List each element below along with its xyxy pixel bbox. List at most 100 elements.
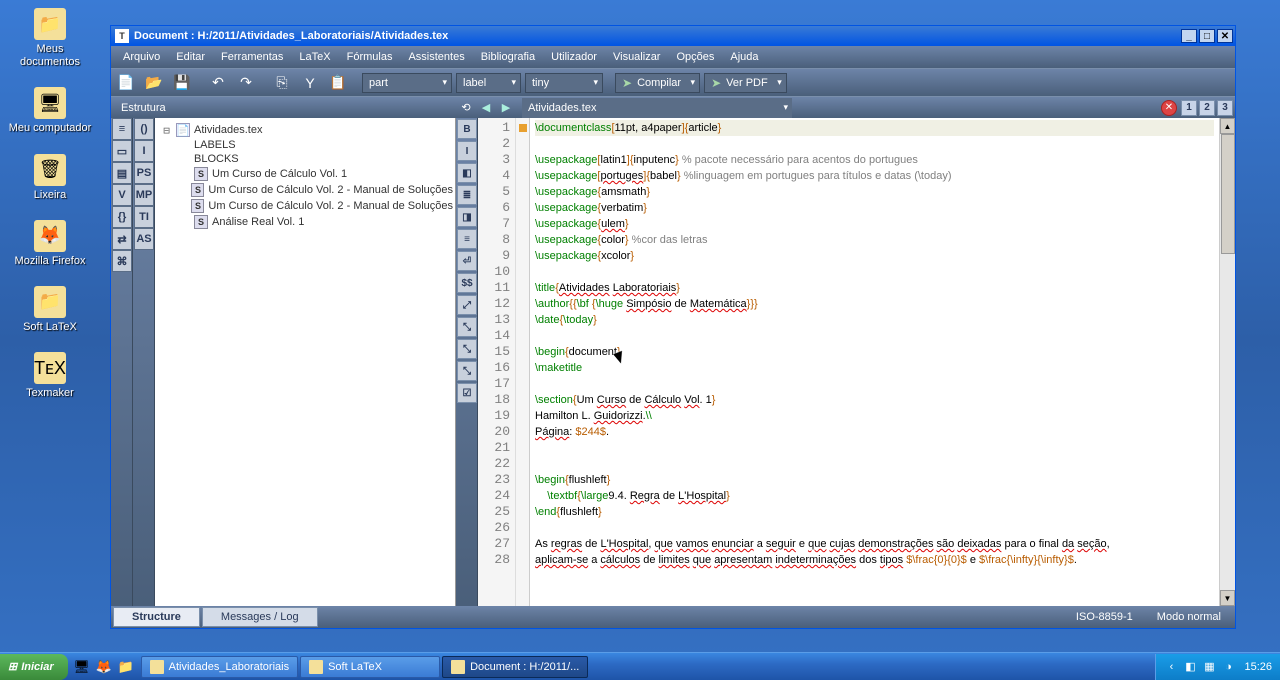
menu-item[interactable]: Visualizar [607,49,667,65]
desktop-icon[interactable]: TᴇXTexmaker [5,349,95,403]
desktop-icon[interactable]: 🦊Mozilla Firefox [5,217,95,271]
save-file-button[interactable]: 💾 [170,72,194,94]
scroll-down-button[interactable]: ▼ [1220,590,1235,606]
minimize-button[interactable]: _ [1181,29,1197,43]
tree-item[interactable]: SUm Curso de Cálculo Vol. 2 - Manual de … [157,198,453,214]
format-button[interactable]: ⤡ [457,339,477,359]
explorer-icon[interactable]: 📁 [116,657,136,677]
tray-icon-2[interactable]: ▦ [1202,660,1216,674]
mid-strip: BI◧≣◨≡⏎$$⤢⤡⤡⤡☑ [456,118,478,606]
format-button[interactable]: ⤢ [457,295,477,315]
code-area[interactable]: \documentclass[11pt, a4paper]{article}\u… [530,118,1219,606]
format-button[interactable]: B [457,119,477,139]
tray-icon-3[interactable]: ◑ [1221,660,1235,674]
menu-item[interactable]: Ferramentas [215,49,289,65]
app-icon: T [115,29,129,43]
view-switch-1[interactable]: 1 [1181,100,1197,116]
strip-button[interactable]: PS [134,162,154,184]
cut-button[interactable]: Y [298,72,322,94]
menu-item[interactable]: LaTeX [293,49,336,65]
bottom-tab[interactable]: Messages / Log [202,607,318,627]
show-desktop-icon[interactable]: 🖥 [72,657,92,677]
strip-button[interactable]: {} [112,206,132,228]
tree-item[interactable]: SUm Curso de Cálculo Vol. 1 [157,166,453,182]
tree-item[interactable]: LABELS [157,138,453,152]
tree-item[interactable]: BLOCKS [157,152,453,166]
strip-button[interactable]: ▤ [112,162,132,184]
desktop-icon[interactable]: 📁Meus documentos [5,5,95,72]
tree-item[interactable]: ⊟📄Atividades.tex [157,122,453,138]
section-combo[interactable]: part [362,73,452,93]
encoding-label: ISO-8859-1 [1064,611,1145,623]
folder-icon: 📁 [34,286,66,318]
format-button[interactable]: ☑ [457,383,477,403]
strip-button[interactable]: AS [134,228,154,250]
redo-button[interactable]: ↷ [234,72,258,94]
menu-item[interactable]: Ajuda [724,49,764,65]
strip-button[interactable]: MP [134,184,154,206]
tree-toggle[interactable]: ⊟ [161,124,172,137]
start-button[interactable]: ⊞Iniciar [0,654,68,680]
ref-combo[interactable]: label [456,73,521,93]
copy-button[interactable]: ⎘ [270,72,294,94]
strip-button[interactable]: () [134,118,154,140]
menu-item[interactable]: Editar [170,49,211,65]
menu-item[interactable]: Bibliografia [475,49,541,65]
view-switch-2[interactable]: 2 [1199,100,1215,116]
scroll-up-button[interactable]: ▲ [1220,118,1235,134]
prev-icon[interactable]: ◀ [477,99,495,117]
open-file-button[interactable]: 📂 [142,72,166,94]
format-button[interactable]: ◨ [457,207,477,227]
strip-button[interactable]: ▭ [112,140,132,162]
desktop-icon[interactable]: 🖥Meu computador [5,84,95,138]
close-button[interactable]: ✕ [1217,29,1233,43]
taskbar-button[interactable]: Atividades_Laboratoriais [141,656,298,678]
size-combo[interactable]: tiny [525,73,603,93]
firefox-icon[interactable]: 🦊 [94,657,114,677]
menu-item[interactable]: Arquivo [117,49,166,65]
tray-icon-1[interactable]: ◧ [1183,660,1197,674]
format-button[interactable]: ⏎ [457,251,477,271]
maximize-button[interactable]: □ [1199,29,1215,43]
new-file-button[interactable]: 📄 [114,72,138,94]
strip-button[interactable]: V [112,184,132,206]
folder-icon: 🖥 [34,87,66,119]
view-switch-3[interactable]: 3 [1217,100,1233,116]
paste-button[interactable]: 📋 [326,72,350,94]
bottom-tab[interactable]: Structure [113,607,200,627]
format-button[interactable]: $$ [457,273,477,293]
scroll-thumb[interactable] [1221,134,1235,254]
format-button[interactable]: ≡ [457,229,477,249]
menu-item[interactable]: Opções [670,49,720,65]
menu-item[interactable]: Utilizador [545,49,603,65]
format-button[interactable]: ≣ [457,185,477,205]
strip-button[interactable]: TI [134,206,154,228]
titlebar[interactable]: T Document : H:/2011/Atividades_Laborato… [111,26,1235,46]
compile-button[interactable]: ➤Compilar [615,73,700,93]
toggle-icon[interactable]: ⟲ [457,99,475,117]
format-button[interactable]: ⤡ [457,361,477,381]
tray-expand-icon[interactable]: ‹ [1164,660,1178,674]
next-icon[interactable]: ▶ [497,99,515,117]
menu-item[interactable]: Fórmulas [341,49,399,65]
taskbar-button[interactable]: Soft LaTeX [300,656,440,678]
close-tab-button[interactable]: ✕ [1161,100,1177,116]
strip-button[interactable]: I [134,140,154,162]
format-button[interactable]: I [457,141,477,161]
tree-item[interactable]: SAnálise Real Vol. 1 [157,214,453,230]
strip-button[interactable]: ≡ [112,118,132,140]
format-button[interactable]: ⤡ [457,317,477,337]
undo-button[interactable]: ↶ [206,72,230,94]
format-button[interactable]: ◧ [457,163,477,183]
tree-item[interactable]: SUm Curso de Cálculo Vol. 2 - Manual de … [157,182,453,198]
strip-button[interactable]: ⇄ [112,228,132,250]
vertical-scrollbar[interactable]: ▲ ▼ [1219,118,1235,606]
menu-item[interactable]: Assistentes [402,49,470,65]
strip-button[interactable]: ⌘ [112,250,132,272]
desktop-icon[interactable]: 📁Soft LaTeX [5,283,95,337]
taskbar-button[interactable]: Document : H:/2011/... [442,656,588,678]
file-tab-combo[interactable]: Atividades.tex [522,98,792,118]
desktop-icon[interactable]: 🗑Lixeira [5,151,95,205]
clock[interactable]: 15:26 [1244,661,1272,673]
view-pdf-button[interactable]: ➤Ver PDF [704,73,787,93]
